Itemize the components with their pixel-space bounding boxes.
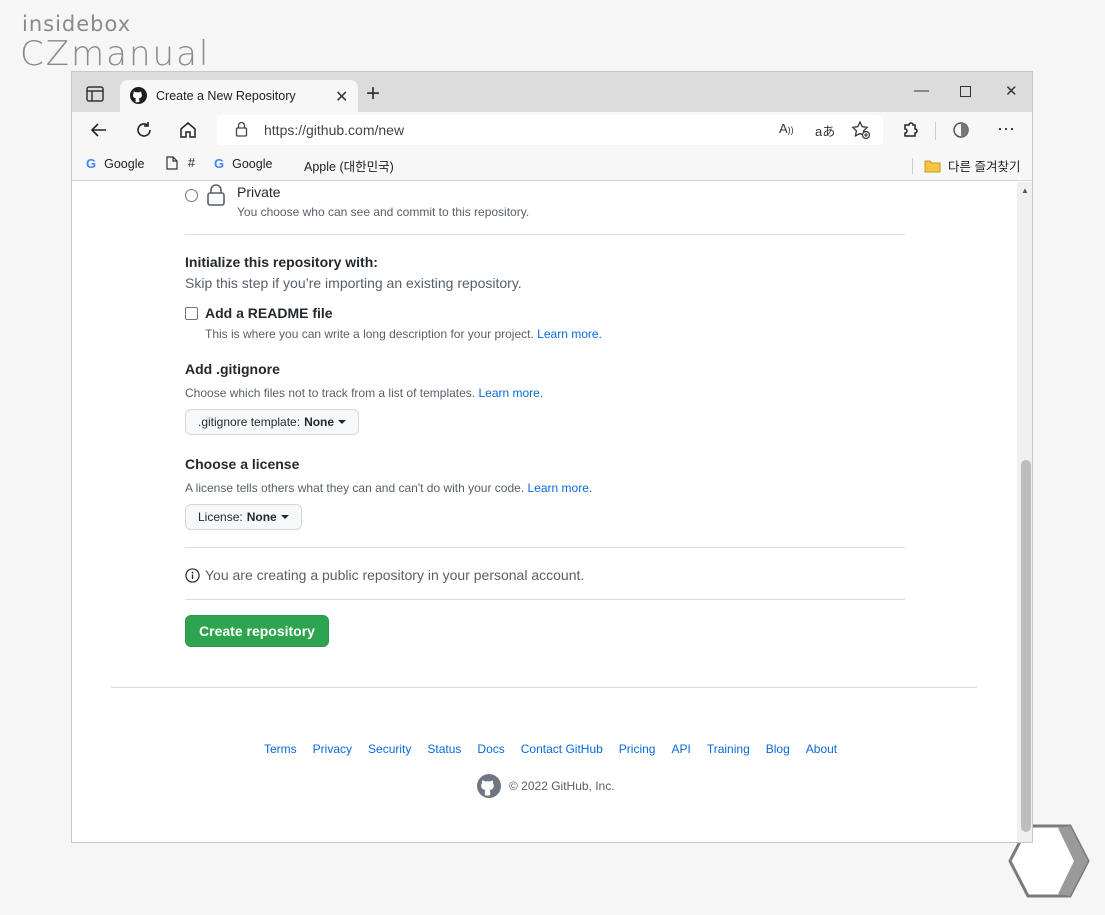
private-label: Private: [237, 184, 281, 200]
new-tab-button[interactable]: +: [366, 80, 380, 108]
footer-divider: [111, 687, 977, 688]
private-description: You choose who can see and commit to thi…: [237, 205, 530, 219]
lock-icon[interactable]: [235, 121, 248, 137]
github-favicon-icon: [130, 87, 147, 104]
divider: [185, 547, 905, 548]
caret-down-icon: [280, 515, 289, 519]
private-radio[interactable]: [185, 189, 198, 202]
footer-link-privacy[interactable]: Privacy: [313, 742, 352, 756]
read-aloud-icon[interactable]: A)): [779, 121, 794, 136]
home-icon[interactable]: [177, 119, 199, 141]
tab-title: Create a New Repository: [156, 89, 296, 103]
gitignore-description: Choose which files not to track from a l…: [185, 386, 544, 400]
divider: [185, 234, 905, 235]
google-icon: G: [214, 156, 225, 171]
back-icon[interactable]: [88, 119, 110, 141]
close-tab-icon[interactable]: ✕: [335, 87, 348, 107]
initialize-subtitle: Skip this step if you’re importing an ex…: [185, 275, 522, 291]
bookmark-hash[interactable]: #: [166, 156, 195, 170]
readme-description: This is where you can write a long descr…: [205, 327, 602, 341]
license-select[interactable]: License: None: [185, 504, 302, 530]
footer-link-pricing[interactable]: Pricing: [619, 742, 656, 756]
readme-checkbox[interactable]: [185, 307, 198, 320]
footer-link-about[interactable]: About: [806, 742, 837, 756]
initialize-title: Initialize this repository with:: [185, 254, 378, 270]
watermark-main: CZmanual: [20, 34, 211, 74]
browser-toolbar: https://github.com/new A)) aあ ···: [72, 112, 1032, 150]
tab-bar: Create a New Repository ✕ + — ✕: [72, 72, 1032, 112]
bookmark-google-2[interactable]: G Google: [214, 156, 272, 171]
gitignore-template-select[interactable]: .gitignore template: None: [185, 409, 360, 435]
footer-link-training[interactable]: Training: [707, 742, 750, 756]
license-title: Choose a license: [185, 456, 300, 472]
create-repository-button[interactable]: Create repository: [185, 615, 329, 647]
address-bar[interactable]: https://github.com/new A)) aあ: [217, 115, 883, 145]
license-description: A license tells others what they can and…: [185, 481, 593, 495]
toolbar-divider: [935, 122, 936, 140]
url-text[interactable]: https://github.com/new: [264, 122, 404, 138]
page-icon: [166, 156, 178, 170]
maximize-icon[interactable]: [960, 86, 971, 97]
footer-link-status[interactable]: Status: [427, 742, 461, 756]
footer-link-blog[interactable]: Blog: [766, 742, 790, 756]
minimize-icon[interactable]: —: [914, 82, 929, 99]
extensions-icon[interactable]: [899, 119, 921, 141]
page-viewport: Private You choose who can see and commi…: [72, 182, 1017, 842]
other-bookmarks[interactable]: 다른 즐겨찾기: [924, 156, 1020, 175]
footer-link-terms[interactable]: Terms: [264, 742, 297, 756]
bookmarks-divider: [912, 158, 913, 174]
scroll-thumb[interactable]: [1021, 460, 1031, 832]
page-scrollbar[interactable]: ▲: [1017, 182, 1032, 842]
divider: [185, 599, 905, 600]
translate-icon[interactable]: aあ: [815, 121, 835, 140]
footer-link-contact[interactable]: Contact GitHub: [521, 742, 603, 756]
favorites-add-icon[interactable]: [851, 120, 871, 140]
profile-icon[interactable]: [950, 119, 972, 141]
browser-window: Create a New Repository ✕ + — ✕ https://…: [71, 71, 1033, 843]
readme-label[interactable]: Add a README file: [205, 305, 333, 321]
tab-actions-icon[interactable]: [86, 86, 104, 102]
github-logo-icon[interactable]: [477, 774, 501, 798]
caret-down-icon: [338, 420, 347, 424]
gitignore-learn-more-link[interactable]: Learn more.: [478, 386, 543, 400]
tab-create-repository[interactable]: Create a New Repository ✕: [120, 80, 358, 112]
bookmarks-bar: G Google # G Google Apple (대한민국) 다른 즐겨찾기: [72, 150, 1032, 181]
footer-link-security[interactable]: Security: [368, 742, 411, 756]
google-icon: G: [86, 156, 97, 171]
info-icon: [185, 568, 200, 583]
watermark-top: insidebox: [22, 12, 132, 36]
scroll-up-icon[interactable]: ▲: [1021, 186, 1029, 195]
close-window-icon[interactable]: ✕: [1005, 82, 1018, 100]
refresh-icon[interactable]: [133, 119, 155, 141]
footer-link-docs[interactable]: Docs: [477, 742, 504, 756]
license-learn-more-link[interactable]: Learn more.: [528, 481, 593, 495]
footer-link-api[interactable]: API: [671, 742, 690, 756]
lock-icon: [207, 184, 225, 206]
public-repository-notice: You are creating a public repository in …: [205, 567, 585, 583]
bookmark-google-1[interactable]: G Google: [86, 156, 144, 171]
more-menu-icon[interactable]: ···: [997, 118, 1015, 139]
footer-copyright: © 2022 GitHub, Inc.: [509, 779, 615, 793]
footer-links: Terms Privacy Security Status Docs Conta…: [264, 742, 837, 756]
folder-icon: [924, 160, 941, 172]
gitignore-title: Add .gitignore: [185, 361, 280, 377]
readme-learn-more-link[interactable]: Learn more.: [537, 327, 602, 341]
bookmark-apple[interactable]: Apple (대한민국): [294, 156, 394, 175]
